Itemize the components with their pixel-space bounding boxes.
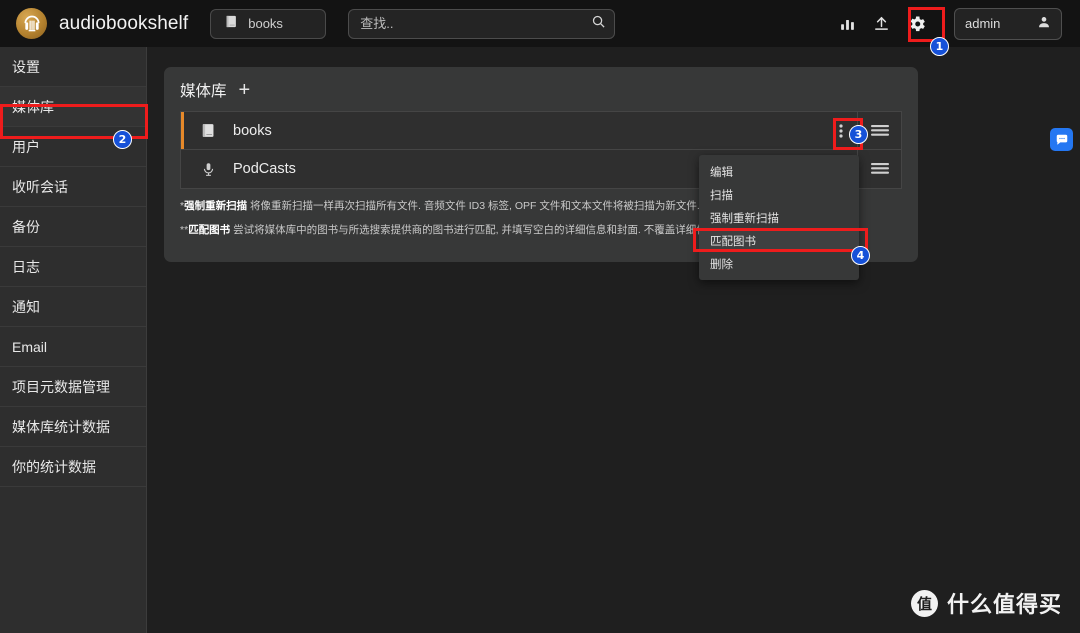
- sidebar-item-label: 收听会话: [12, 178, 68, 195]
- sidebar-item-label: 通知: [12, 298, 40, 315]
- user-avatar-icon: [1037, 15, 1051, 32]
- app-root: audiobookshelf books 查找.. admin 设置 媒体库 用…: [0, 0, 1080, 633]
- sidebar-item-libraries[interactable]: 媒体库: [0, 87, 146, 127]
- sidebar-item-email[interactable]: Email: [0, 327, 146, 367]
- sidebar-item-label: 备份: [12, 218, 40, 235]
- chat-bubble-icon[interactable]: [1050, 128, 1073, 151]
- footnote-term: 匹配图书: [188, 223, 231, 236]
- active-library-accent-bar: [181, 112, 184, 149]
- footnote-text: 尝试将媒体库中的图书与所选搜索提供商的图书进行匹配, 并填写空白的详细信息和封面…: [230, 223, 721, 236]
- sidebar-item-library-stats[interactable]: 媒体库统计数据: [0, 407, 146, 447]
- sidebar-item-item-metadata-utils[interactable]: 项目元数据管理: [0, 367, 146, 407]
- sidebar-item-backups[interactable]: 备份: [0, 207, 146, 247]
- more-vertical-icon: [839, 123, 843, 138]
- menu-item-delete[interactable]: 删除: [699, 252, 859, 275]
- menu-item-label: 强制重新扫描: [710, 212, 779, 225]
- watermark-logo: 值: [910, 589, 938, 617]
- library-row-name: PodCasts: [233, 161, 296, 177]
- annotation-badge-3: 3: [849, 125, 868, 144]
- library-context-menu: 编辑 扫描 强制重新扫描 匹配图书 删除: [699, 155, 859, 280]
- hamburger-drag-icon: [870, 163, 889, 174]
- sidebar-item-label: 设置: [12, 58, 40, 75]
- user-menu[interactable]: admin: [954, 7, 1062, 40]
- watermark: 值 什么值得买: [910, 587, 1062, 619]
- sidebar-item-your-stats[interactable]: 你的统计数据: [0, 447, 146, 487]
- menu-item-label: 删除: [710, 258, 733, 271]
- sidebar-item-label: 你的统计数据: [12, 458, 96, 475]
- library-row-drag-handle[interactable]: [857, 150, 901, 188]
- menu-item-edit[interactable]: 编辑: [699, 160, 859, 183]
- sidebar-item-logs[interactable]: 日志: [0, 247, 146, 287]
- annotation-badge-2: 2: [113, 130, 132, 149]
- library-selector[interactable]: books: [210, 8, 327, 39]
- microphone-icon: [195, 161, 221, 178]
- sidebar-item-label: 媒体库统计数据: [12, 418, 110, 435]
- sidebar-item-label: Email: [12, 338, 48, 355]
- sidebar-item-label: 媒体库: [12, 98, 54, 115]
- watermark-text: 什么值得买: [946, 592, 1062, 617]
- top-bar-actions: admin: [830, 7, 1070, 41]
- sidebar-item-label: 日志: [12, 258, 40, 275]
- search-input[interactable]: [348, 8, 616, 39]
- panel-header: 媒体库 +: [164, 67, 918, 109]
- footnote-text: 将像重新扫描一样再次扫描所有文件. 音频文件 ID3 标签, OPF 文件和文本…: [247, 200, 700, 212]
- library-row-name: books: [233, 122, 272, 139]
- footnote-marker: **: [180, 223, 189, 236]
- library-row-books[interactable]: books: [180, 111, 902, 150]
- annotation-badge-4: 4: [851, 246, 870, 265]
- sidebar-item-listening-sessions[interactable]: 收听会话: [0, 167, 146, 207]
- brand-title: audiobookshelf: [59, 12, 189, 34]
- menu-item-label: 扫描: [710, 189, 733, 202]
- audiobookshelf-logo-icon[interactable]: [16, 8, 47, 39]
- book-icon: [195, 122, 221, 139]
- user-menu-label: admin: [965, 16, 1001, 31]
- menu-item-label: 匹配图书: [710, 235, 756, 248]
- sidebar-item-notifications[interactable]: 通知: [0, 287, 146, 327]
- stats-bar-chart-icon[interactable]: [830, 7, 864, 41]
- add-library-button[interactable]: +: [239, 80, 251, 100]
- page-title: 媒体库: [180, 83, 227, 100]
- sidebar-item-label: 用户: [12, 138, 40, 155]
- sidebar-item-label: 项目元数据管理: [12, 378, 110, 395]
- hamburger-drag-icon: [870, 124, 889, 136]
- footnote-term: 强制重新扫描: [184, 200, 248, 212]
- menu-item-label: 编辑: [710, 166, 733, 179]
- settings-gear-icon[interactable]: [900, 7, 934, 41]
- menu-item-match-books[interactable]: 匹配图书: [699, 229, 859, 252]
- top-bar: audiobookshelf books 查找.. admin: [0, 0, 1080, 47]
- book-icon: [224, 14, 239, 34]
- menu-item-scan[interactable]: 扫描: [699, 183, 859, 206]
- upload-icon[interactable]: [864, 7, 898, 41]
- annotation-badge-1: 1: [930, 37, 949, 56]
- sidebar-item-settings[interactable]: 设置: [0, 47, 146, 87]
- menu-item-force-rescan[interactable]: 强制重新扫描: [699, 206, 859, 229]
- search-box[interactable]: [348, 8, 616, 39]
- library-selector-label: books: [248, 16, 283, 31]
- settings-gear-wrapper: [900, 7, 934, 41]
